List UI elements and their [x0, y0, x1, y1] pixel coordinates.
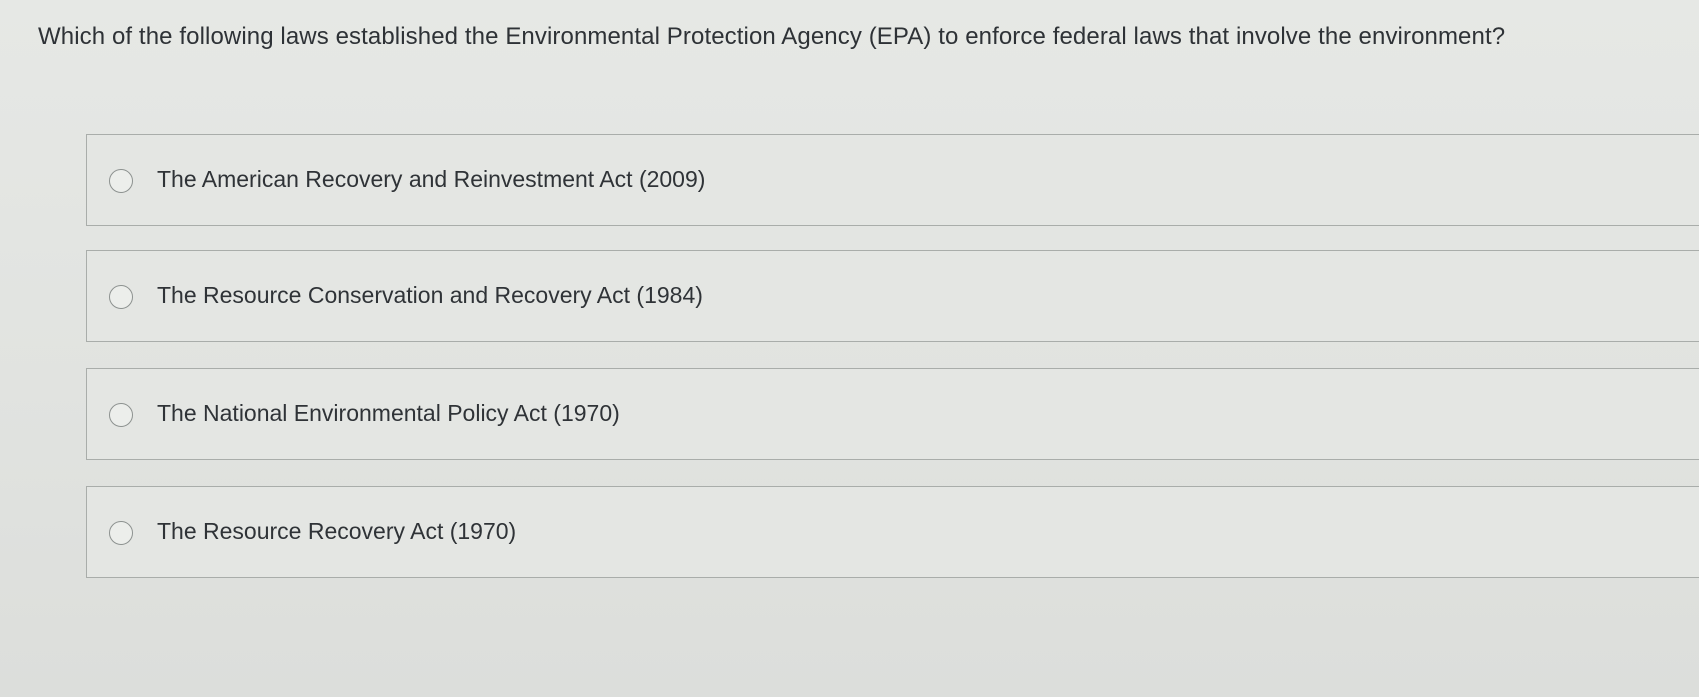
answer-option-4[interactable]: The Resource Recovery Act (1970) [86, 486, 1699, 578]
answer-label: The Resource Conservation and Recovery A… [157, 282, 703, 308]
answer-option-3[interactable]: The National Environmental Policy Act (1… [86, 368, 1699, 460]
radio-button[interactable] [109, 521, 133, 545]
answer-label: The Resource Recovery Act (1970) [157, 518, 517, 544]
answer-options: The American Recovery and Reinvestment A… [86, 134, 1699, 604]
radio-button[interactable] [109, 285, 133, 309]
answer-option-1[interactable]: The American Recovery and Reinvestment A… [86, 134, 1699, 226]
answer-option-2[interactable]: The Resource Conservation and Recovery A… [86, 250, 1699, 342]
answer-label: The American Recovery and Reinvestment A… [157, 166, 706, 192]
answer-label: The National Environmental Policy Act (1… [157, 400, 620, 426]
quiz-page: Which of the following laws established … [0, 0, 1699, 697]
radio-button[interactable] [109, 169, 133, 193]
question-text: Which of the following laws established … [38, 23, 1506, 50]
radio-button[interactable] [109, 403, 133, 427]
